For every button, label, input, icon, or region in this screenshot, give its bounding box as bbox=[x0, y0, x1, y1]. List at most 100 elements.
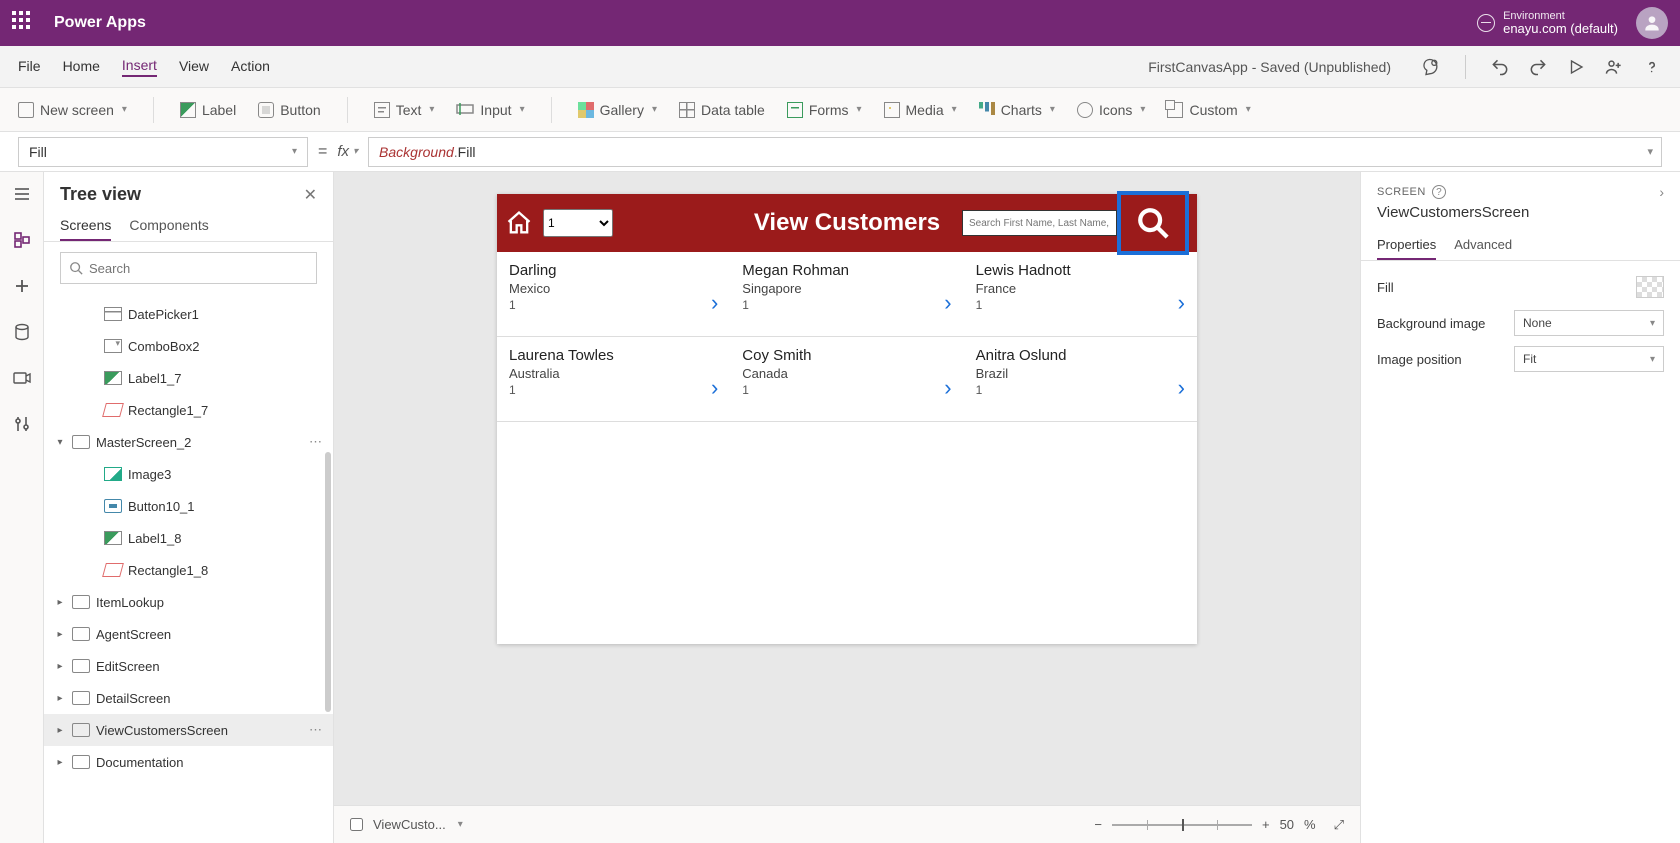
screen-title: View Customers bbox=[754, 209, 940, 237]
menu-insert[interactable]: Insert bbox=[122, 57, 157, 77]
breadcrumb-checkbox[interactable] bbox=[350, 818, 363, 831]
ribbon-label[interactable]: Label bbox=[180, 102, 236, 118]
user-avatar[interactable] bbox=[1636, 7, 1668, 39]
ribbon-data-table[interactable]: Data table bbox=[679, 102, 765, 118]
formula-input[interactable]: Background.Fill ▾ bbox=[368, 137, 1662, 167]
search-icon bbox=[69, 261, 83, 275]
help-icon[interactable] bbox=[1642, 57, 1662, 77]
ribbon-button[interactable]: Button bbox=[258, 102, 320, 118]
fit-to-window-icon[interactable]: ⤢ bbox=[1334, 817, 1344, 833]
caret-right-icon[interactable]: ▸ bbox=[54, 725, 66, 736]
prop-imagepos-select[interactable]: Fit▾ bbox=[1514, 346, 1664, 372]
customer-card[interactable]: DarlingMexico1› bbox=[497, 252, 730, 337]
rail-tree-view[interactable] bbox=[10, 228, 34, 252]
app-checker-icon[interactable] bbox=[1421, 57, 1441, 77]
chevron-right-icon[interactable]: › bbox=[1659, 184, 1664, 200]
tree-node-itemlookup[interactable]: ▸ItemLookup bbox=[44, 586, 333, 618]
chevron-right-icon[interactable]: › bbox=[1178, 375, 1185, 401]
props-tab-advanced[interactable]: Advanced bbox=[1454, 231, 1512, 260]
play-icon[interactable] bbox=[1566, 57, 1586, 77]
customer-card[interactable]: Laurena TowlesAustralia1› bbox=[497, 337, 730, 422]
prop-bgimage-select[interactable]: None▾ bbox=[1514, 310, 1664, 336]
tree-search-input[interactable] bbox=[89, 261, 308, 276]
tree-node-agentscreen[interactable]: ▸AgentScreen bbox=[44, 618, 333, 650]
prop-fill-swatch[interactable] bbox=[1636, 276, 1664, 298]
customer-search-input[interactable] bbox=[962, 210, 1117, 236]
customer-card[interactable]: Megan RohmanSingapore1› bbox=[730, 252, 963, 337]
menu-view[interactable]: View bbox=[179, 58, 209, 76]
caret-right-icon[interactable]: ▸ bbox=[54, 693, 66, 704]
header-dropdown[interactable]: 1 bbox=[543, 209, 613, 237]
caret-right-icon[interactable]: ▸ bbox=[54, 757, 66, 768]
chevron-down-icon[interactable]: ▾ bbox=[458, 819, 463, 830]
property-selector[interactable]: Fill ▾ bbox=[18, 137, 308, 167]
close-icon[interactable]: ✕ bbox=[304, 185, 317, 205]
rail-media[interactable] bbox=[10, 366, 34, 390]
home-icon[interactable] bbox=[505, 209, 533, 237]
chevron-right-icon[interactable]: › bbox=[1178, 290, 1185, 316]
rail-data[interactable] bbox=[10, 320, 34, 344]
chevron-right-icon[interactable]: › bbox=[944, 290, 951, 316]
fx-label[interactable]: fx▾ bbox=[337, 143, 358, 160]
tree-node-image3[interactable]: Image3 bbox=[44, 458, 333, 490]
ribbon-gallery[interactable]: Gallery▾ bbox=[578, 102, 657, 118]
tree-node-documentation[interactable]: ▸Documentation bbox=[44, 746, 333, 778]
tree-node-detailscreen[interactable]: ▸DetailScreen bbox=[44, 682, 333, 714]
props-tab-properties[interactable]: Properties bbox=[1377, 231, 1436, 260]
more-icon[interactable]: ⋯ bbox=[309, 722, 323, 738]
zoom-slider[interactable] bbox=[1112, 824, 1252, 826]
tree-node-datepicker1[interactable]: DatePicker1 bbox=[44, 298, 333, 330]
search-button[interactable] bbox=[1117, 191, 1189, 255]
share-icon[interactable] bbox=[1604, 57, 1624, 77]
chevron-right-icon[interactable]: › bbox=[711, 375, 718, 401]
rail-hamburger[interactable] bbox=[10, 182, 34, 206]
ribbon-media[interactable]: Media▾ bbox=[884, 102, 957, 118]
menu-action[interactable]: Action bbox=[231, 58, 270, 76]
zoom-in-button[interactable]: + bbox=[1262, 817, 1270, 832]
tree-node-label17[interactable]: Label1_7 bbox=[44, 362, 333, 394]
customer-card[interactable]: Coy SmithCanada1› bbox=[730, 337, 963, 422]
rail-insert[interactable] bbox=[10, 274, 34, 298]
chevron-right-icon[interactable]: › bbox=[944, 375, 951, 401]
rail-advanced-tools[interactable] bbox=[10, 412, 34, 436]
tree-node-button101[interactable]: Button10_1 bbox=[44, 490, 333, 522]
caret-right-icon[interactable]: ▸ bbox=[54, 661, 66, 672]
menu-file[interactable]: File bbox=[18, 58, 41, 76]
tree-node-masterscreen2[interactable]: ▾MasterScreen_2⋯ bbox=[44, 426, 333, 458]
canvas-screen[interactable]: 1 View Customers DarlingMexico1›Megan Ro… bbox=[497, 194, 1197, 644]
tree-node-combobox2[interactable]: ComboBox2 bbox=[44, 330, 333, 362]
customer-card[interactable]: Lewis HadnottFrance1› bbox=[964, 252, 1197, 337]
zoom-out-button[interactable]: − bbox=[1094, 817, 1102, 832]
ribbon-charts[interactable]: Charts▾ bbox=[979, 102, 1055, 118]
waffle-icon[interactable] bbox=[12, 11, 36, 35]
chevron-right-icon[interactable]: › bbox=[711, 290, 718, 316]
tree-node-label18[interactable]: Label1_8 bbox=[44, 522, 333, 554]
tree-node-rectangle17[interactable]: Rectangle1_7 bbox=[44, 394, 333, 426]
tree-tab-screens[interactable]: Screens bbox=[60, 211, 111, 241]
ribbon-new-screen[interactable]: New screen▾ bbox=[18, 102, 127, 118]
caret-right-icon[interactable]: ▸ bbox=[54, 597, 66, 608]
redo-icon[interactable] bbox=[1528, 57, 1548, 77]
environment-picker[interactable]: Environment enayu.com (default) bbox=[1477, 10, 1618, 36]
undo-icon[interactable] bbox=[1490, 57, 1510, 77]
ribbon-custom[interactable]: Custom▾ bbox=[1167, 102, 1250, 118]
tree-scrollbar[interactable] bbox=[325, 452, 331, 712]
more-icon[interactable]: ⋯ bbox=[309, 434, 323, 450]
caret-right-icon[interactable]: ▸ bbox=[54, 629, 66, 640]
tree-search[interactable] bbox=[60, 252, 317, 284]
breadcrumb-screen[interactable]: ViewCusto... bbox=[373, 817, 446, 832]
ribbon-text[interactable]: Text▾ bbox=[374, 102, 435, 118]
tree-node-editscreen[interactable]: ▸EditScreen bbox=[44, 650, 333, 682]
customer-card[interactable]: Anitra OslundBrazil1› bbox=[964, 337, 1197, 422]
ribbon-icons[interactable]: Icons▾ bbox=[1077, 102, 1146, 118]
ribbon-input[interactable]: Input▾ bbox=[456, 102, 524, 118]
help-icon[interactable]: ? bbox=[1432, 185, 1446, 199]
chevron-down-icon[interactable]: ▾ bbox=[1647, 145, 1653, 158]
menu-home[interactable]: Home bbox=[63, 58, 100, 76]
ribbon-forms[interactable]: Forms▾ bbox=[787, 102, 862, 118]
tree-node-viewcustomersscreen[interactable]: ▸ViewCustomersScreen⋯ bbox=[44, 714, 333, 746]
tree-node-rectangle18[interactable]: Rectangle1_8 bbox=[44, 554, 333, 586]
tree-tab-components[interactable]: Components bbox=[129, 211, 208, 241]
caret-down-icon[interactable]: ▾ bbox=[54, 437, 66, 448]
tree-view-title: Tree view bbox=[60, 184, 141, 205]
